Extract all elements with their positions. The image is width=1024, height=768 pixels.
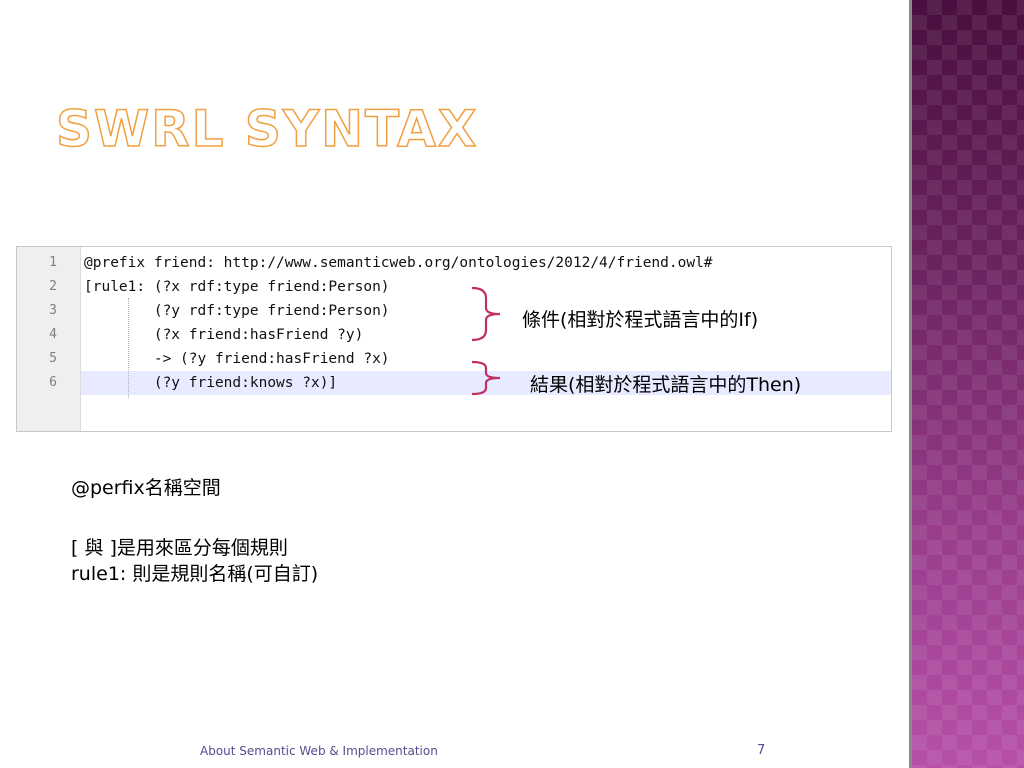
code-text: @prefix friend: http://www.semanticweb.o… xyxy=(84,255,713,271)
code-line: 5 -> (?y friend:hasFriend ?x) xyxy=(17,347,891,371)
line-number: 1 xyxy=(49,255,57,270)
slide: SWRL Syntax 1 @prefix friend: http://www… xyxy=(0,0,1024,768)
code-text: (?y friend:knows ?x)] xyxy=(84,375,338,391)
code-line: 3 (?y rdf:type friend:Person) xyxy=(17,299,891,323)
code-text: -> (?y friend:hasFriend ?x) xyxy=(84,351,390,367)
indent-guide xyxy=(128,298,129,398)
code-text: (?x friend:hasFriend ?y) xyxy=(84,327,364,343)
decorative-side-band xyxy=(912,0,1024,768)
line-number: 6 xyxy=(49,375,57,390)
condition-annotation: 條件(相對於程式語言中的If) xyxy=(522,309,759,331)
line-number: 4 xyxy=(49,327,57,342)
line-number: 3 xyxy=(49,303,57,318)
code-line: 1 @prefix friend: http://www.semanticweb… xyxy=(17,251,891,275)
page-number: 7 xyxy=(757,743,766,758)
slide-title: SWRL Syntax xyxy=(55,100,479,158)
note-prefix: @perfix名稱空間 xyxy=(71,477,221,499)
note-rule-name: rule1: 則是規則名稱(可自訂) xyxy=(71,563,319,585)
footer-text: About Semantic Web & Implementation xyxy=(200,744,438,758)
result-annotation: 結果(相對於程式語言中的Then) xyxy=(530,374,802,396)
line-number: 2 xyxy=(49,279,57,294)
code-line: 4 (?x friend:hasFriend ?y) xyxy=(17,323,891,347)
note-brackets: [ 與 ]是用來區分每個規則 xyxy=(71,537,288,559)
code-text: (?y rdf:type friend:Person) xyxy=(84,303,390,319)
result-brace-icon xyxy=(471,360,501,396)
line-number: 5 xyxy=(49,351,57,366)
code-panel: 1 @prefix friend: http://www.semanticweb… xyxy=(16,246,892,432)
code-text: [rule1: (?x rdf:type friend:Person) xyxy=(84,279,390,295)
condition-brace-icon xyxy=(471,286,501,342)
code-line: 2 [rule1: (?x rdf:type friend:Person) xyxy=(17,275,891,299)
